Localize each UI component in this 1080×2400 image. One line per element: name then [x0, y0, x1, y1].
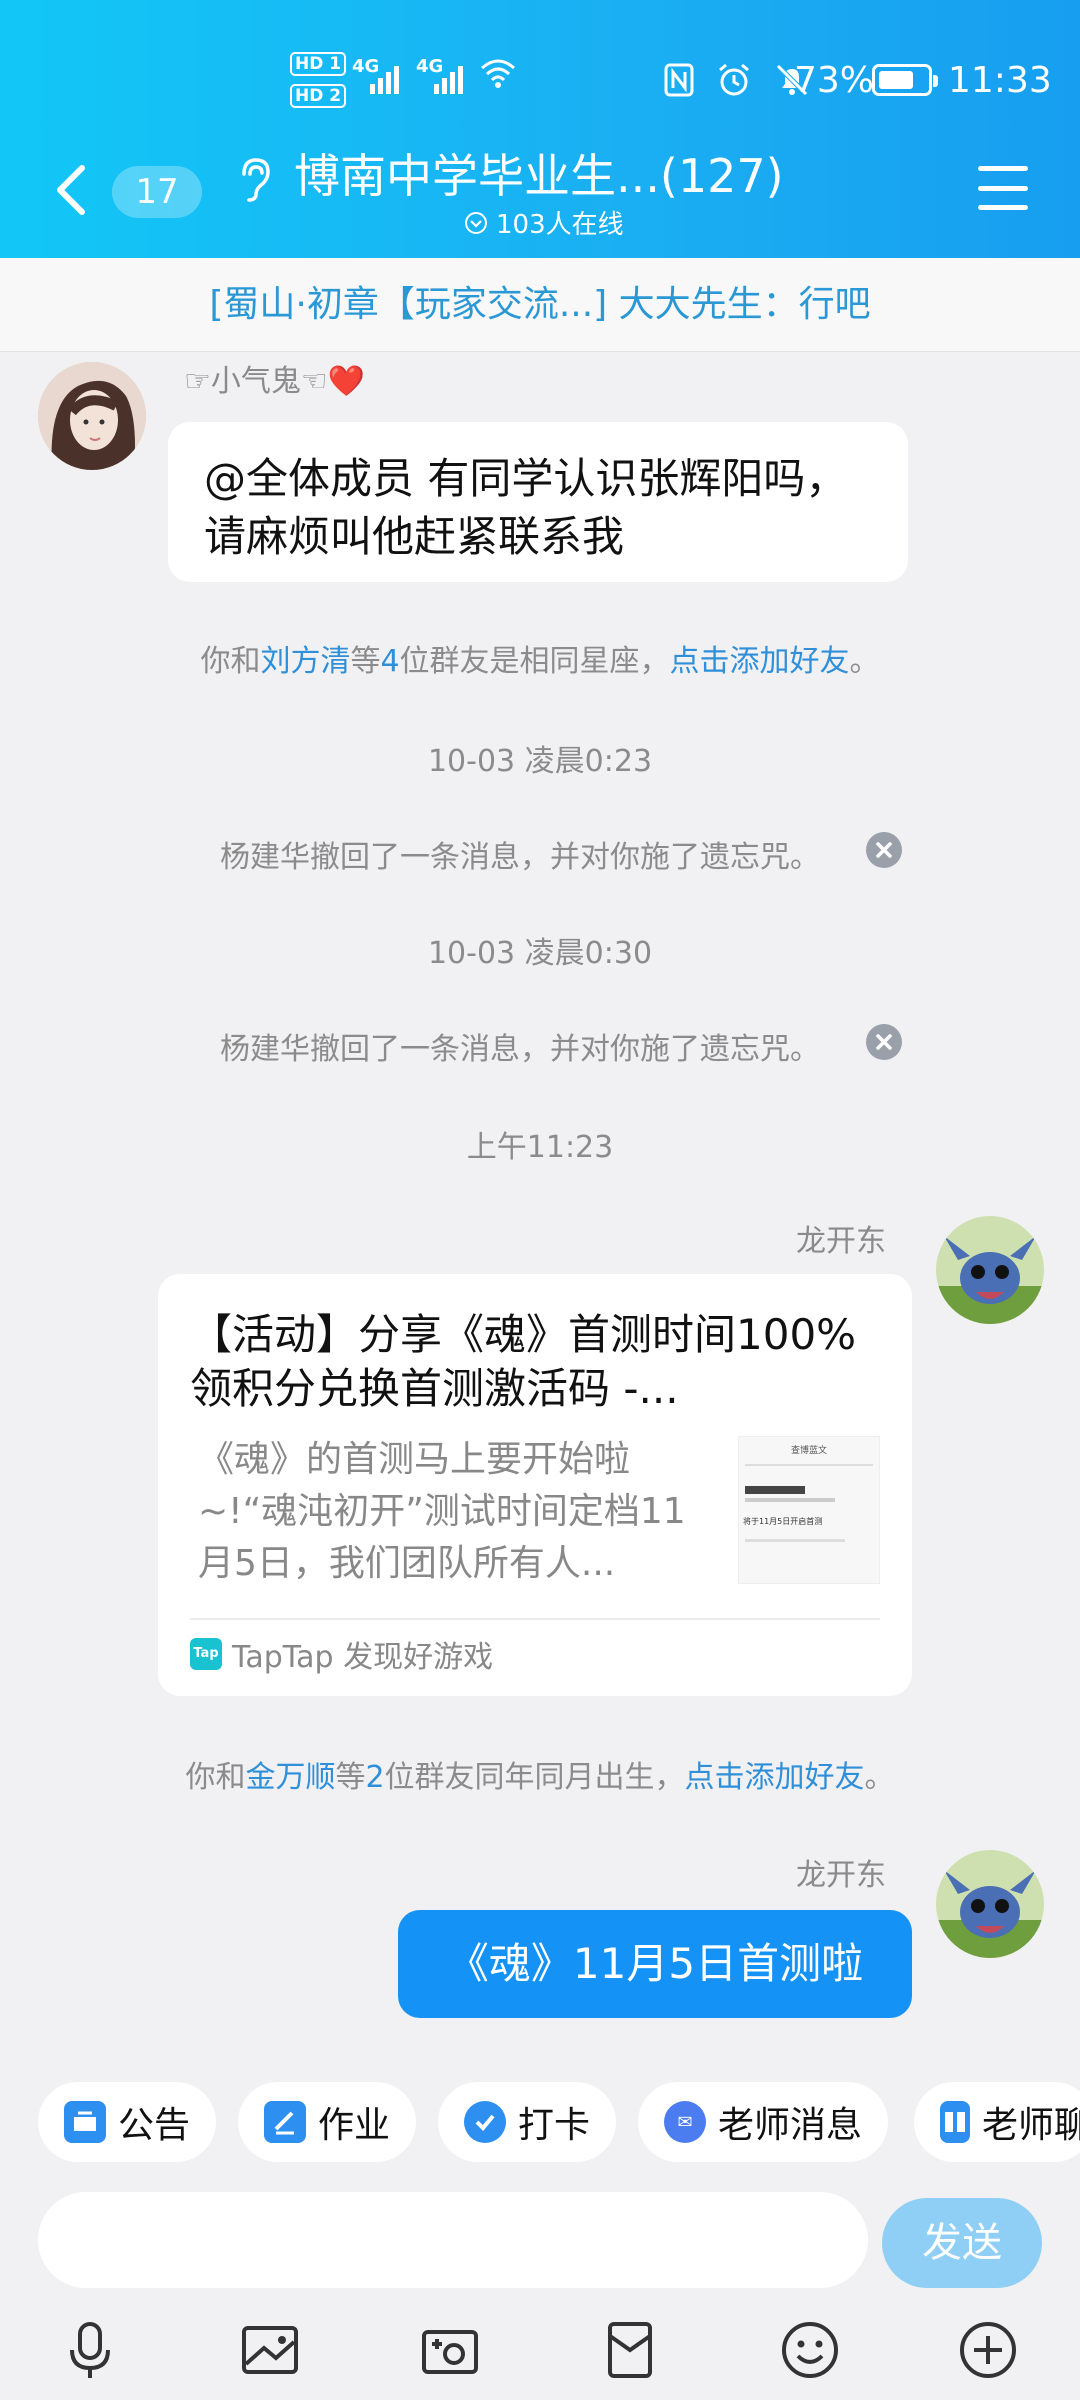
- online-count[interactable]: 103人在线: [464, 204, 624, 241]
- system-tip: 你和金万顺等2位群友同年同月出生，点击添加好友。: [0, 1752, 1080, 1796]
- sim1-label: HD 1: [290, 52, 347, 76]
- alarm-icon: [719, 63, 749, 96]
- camera-icon[interactable]: [418, 2318, 482, 2382]
- status-icons: [664, 62, 810, 98]
- message-text: @全体成员 有同学认识张辉阳吗，请麻烦叫他赶紧联系我: [204, 454, 848, 561]
- avatar-stitch-icon: [936, 1216, 1044, 1324]
- quick-action-bar: 公告 作业 打卡 ✉ 老师消息 老师聊: [0, 2068, 1080, 2178]
- battery-percent: 73%: [794, 60, 875, 101]
- teacher-more-button[interactable]: 老师聊: [914, 2082, 1080, 2162]
- tip-friend-name-link[interactable]: 刘方清: [260, 644, 350, 679]
- thumb-header: 查博蓝文: [790, 1446, 827, 1456]
- teacher-more-label: 老师聊: [982, 2105, 1080, 2146]
- tip-prefix: 你和: [200, 644, 261, 679]
- divider: [190, 1618, 880, 1620]
- bottom-toolbar: [0, 2294, 1080, 2400]
- sim2-label: HD 2: [290, 84, 347, 108]
- ear-mode-icon[interactable]: [236, 156, 272, 202]
- pinned-message-banner[interactable]: [蜀山·初章【玩家交流...] 大大先生：行吧: [0, 258, 1080, 352]
- tip-end: 。: [864, 1760, 895, 1795]
- tip-prefix: 你和: [185, 1760, 246, 1795]
- tip-mid: 等: [350, 644, 381, 679]
- add-friend-link[interactable]: 点击添加好友: [670, 644, 850, 679]
- avatar-stitch-icon: [936, 1850, 1044, 1958]
- message-input[interactable]: [38, 2192, 868, 2288]
- nfc-icon: [664, 63, 694, 97]
- megaphone-icon: [64, 2101, 106, 2143]
- tip-count: 2: [365, 1760, 385, 1795]
- image-icon[interactable]: [238, 2318, 302, 2382]
- tip-end: 。: [849, 644, 880, 679]
- close-icon[interactable]: [866, 1024, 902, 1060]
- add-friend-link[interactable]: 点击添加好友: [685, 1760, 865, 1795]
- tip-friend-name-link[interactable]: 金万顺: [245, 1760, 335, 1795]
- checkin-button[interactable]: 打卡: [438, 2082, 617, 2162]
- avatar[interactable]: [936, 1216, 1044, 1324]
- signal-bars-2-icon: [434, 58, 463, 94]
- unread-count-badge[interactable]: 17: [112, 166, 202, 218]
- avatar[interactable]: [936, 1850, 1044, 1958]
- tip-text: 位群友同年同月出生，: [384, 1760, 685, 1795]
- sender-name: 龙开东: [796, 1224, 886, 1259]
- taptap-logo-icon: Tap: [190, 1638, 222, 1670]
- card-description: 《魂》的首测马上要开始啦~!“魂沌初开”测试时间定档11月5日，我们团队所有人.…: [198, 1439, 686, 1584]
- red-packet-icon[interactable]: [598, 2318, 662, 2382]
- checkin-label: 打卡: [518, 2105, 591, 2146]
- wifi-icon: [481, 59, 515, 88]
- system-tip: 你和刘方清等4位群友是相同星座，点击添加好友。: [0, 636, 1080, 680]
- group-title[interactable]: 博南中学毕业生...(127): [294, 140, 784, 206]
- back-arrow-icon[interactable]: [52, 162, 88, 218]
- chat-header: HD 1 HD 2 4G 4G 73% 11:33 17 博南中学毕业生...(…: [0, 0, 1080, 258]
- tip-text: 位群友是相同星座，: [399, 644, 670, 679]
- card-thumbnail: 查博蓝文 将于11月5日开启首测: [738, 1436, 880, 1584]
- share-card[interactable]: 【活动】分享《魂》首测时间100%领积分兑换首测激活码 -... 《魂》的首测马…: [158, 1274, 912, 1696]
- homework-label: 作业: [318, 2105, 391, 2146]
- timestamp: 上午11:23: [466, 1130, 614, 1165]
- timestamp: 10-03 凌晨0:23: [427, 744, 653, 779]
- teacher-chat-icon: ✉: [664, 2101, 706, 2143]
- avatar[interactable]: [38, 362, 146, 470]
- avatar-girl-icon: [38, 362, 146, 470]
- status-bar: HD 1 HD 2 4G 4G 73% 11:33: [0, 40, 1080, 120]
- sender-name: ☞小气鬼☜❤️: [184, 364, 366, 399]
- tip-count: 4: [380, 644, 400, 679]
- battery-icon: [872, 64, 938, 96]
- sender-name: 龙开东: [796, 1858, 886, 1893]
- send-button[interactable]: 发送: [882, 2198, 1042, 2288]
- message-bubble[interactable]: @全体成员 有同学认识张辉阳吗，请麻烦叫他赶紧联系我: [168, 422, 908, 582]
- microphone-icon[interactable]: [58, 2318, 122, 2382]
- notice-button[interactable]: 公告: [38, 2082, 217, 2162]
- composer: 发送: [0, 2178, 1080, 2294]
- my-message-bubble[interactable]: 《魂》11月5日首测啦: [398, 1910, 912, 2018]
- homework-button[interactable]: 作业: [238, 2082, 417, 2162]
- thumb-line: 将于11月5日开启首测: [743, 1517, 823, 1526]
- timestamp: 10-03 凌晨0:30: [427, 936, 653, 971]
- tip-mid: 等: [335, 1760, 366, 1795]
- notice-label: 公告: [118, 2105, 191, 2146]
- menu-icon[interactable]: [978, 166, 1028, 210]
- card-source: Tap TapTap 发现好游戏: [190, 1632, 493, 1676]
- card-title: 【活动】分享《魂》首测时间100%领积分兑换首测激活码 -...: [190, 1310, 857, 1413]
- emoji-icon[interactable]: [778, 2318, 842, 2382]
- chevron-down-circle-icon: [465, 211, 487, 234]
- check-circle-icon: [464, 2101, 506, 2143]
- close-icon[interactable]: [866, 832, 902, 868]
- clock: 11:33: [948, 60, 1052, 101]
- online-count-label: 103人在线: [496, 210, 624, 240]
- sim-indicators: HD 1 HD 2: [290, 50, 347, 114]
- card-source-label: TapTap 发现好游戏: [232, 1640, 494, 1675]
- homework-icon: [264, 2101, 306, 2143]
- plus-icon[interactable]: [956, 2318, 1020, 2382]
- teacher-message-label: 老师消息: [718, 2105, 863, 2146]
- teacher-message-button[interactable]: ✉ 老师消息: [638, 2082, 889, 2162]
- signal-bars-1-icon: [370, 58, 399, 94]
- book-icon: [940, 2101, 970, 2143]
